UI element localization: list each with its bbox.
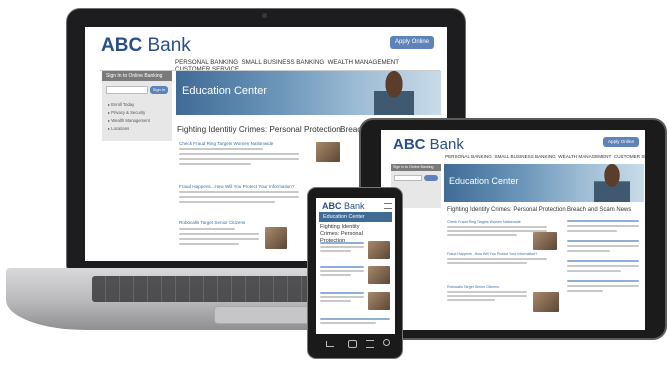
phone-search-icon[interactable] <box>383 339 390 346</box>
laptop-camera-icon <box>262 13 267 18</box>
phone-article-item-3[interactable] <box>320 292 364 302</box>
phone-screen: ABC Bank Education Center Fighting Ident… <box>316 198 395 334</box>
tablet-screen: ABC Bank Apply Online PERSONAL BANKING S… <box>381 130 645 330</box>
phone-home-icon[interactable] <box>348 340 357 348</box>
phone-thumbnail-3 <box>368 292 390 310</box>
tablet-article-link-3[interactable]: Robocalls Target Senior Citizens <box>447 285 547 289</box>
phone-article-item-4[interactable] <box>320 318 390 324</box>
tablet-apply-online-button[interactable]: Apply Online <box>603 137 639 147</box>
signin-button[interactable]: Sign In <box>150 86 168 94</box>
tablet-side-news-list <box>567 220 639 292</box>
nav-small-business[interactable]: SMALL BUSINESS BANKING <box>242 59 325 66</box>
privacy-link[interactable]: ▸ Privacy & Security <box>108 109 150 117</box>
signin-title: Sign In to Online Banking <box>102 71 172 81</box>
tablet-nav-small-business[interactable]: SMALL BUSINESS BANKING <box>494 154 555 159</box>
phone-brand-logo[interactable]: ABC Bank <box>322 201 365 211</box>
article-heading: Fighting Identitiy Crimes: Personal Prot… <box>177 125 341 134</box>
tablet-article-link-1[interactable]: Check Fraud Ring Targets Women Nationwid… <box>447 220 547 224</box>
tablet-nav-wealth-management[interactable]: WEALTH MANAGEMENT <box>558 154 611 159</box>
article-thumbnail-3 <box>265 227 287 249</box>
apply-online-button[interactable]: Apply Online <box>390 36 434 49</box>
tablet-article-excerpt-3 <box>447 291 527 301</box>
phone-back-icon[interactable] <box>326 341 334 347</box>
article-link-1[interactable]: Check Fraud Ring Targets Women Nationwid… <box>179 141 309 146</box>
article-thumbnail-1 <box>316 142 340 162</box>
phone-hero-banner: Education Center <box>319 212 392 222</box>
hero-title: Education Center <box>182 85 267 97</box>
enroll-link[interactable]: ▸ Enroll Today <box>108 101 150 109</box>
tablet-article-link-2[interactable]: Fraud Happens...How Will You Protect You… <box>447 252 547 256</box>
phone-hero-title: Education Center <box>323 214 365 220</box>
tablet-nav-personal-banking[interactable]: PERSONAL BANKING <box>445 154 492 159</box>
signin-username-input[interactable] <box>106 86 148 94</box>
tablet-article-thumbnail-3 <box>533 292 559 312</box>
article-excerpt-3 <box>179 228 259 245</box>
hero-banner: Education Center <box>176 71 441 115</box>
phone-article-item-2[interactable] <box>320 266 364 276</box>
nav-wealth-management[interactable]: WEALTH MANAGEMENT <box>328 59 399 66</box>
brand-logo[interactable]: ABC Bank <box>101 35 191 57</box>
article-excerpt-1 <box>179 148 299 165</box>
tablet-signin-input[interactable] <box>394 175 422 181</box>
laptop-trackpad <box>214 306 318 324</box>
tablet-signin-button[interactable] <box>424 175 438 181</box>
tablet-article-heading: Fighting Identity Crimes: Personal Prote… <box>447 207 566 213</box>
tablet-hero-person-image <box>594 164 630 202</box>
tablet-article-excerpt-1 <box>447 226 547 236</box>
article-link-2[interactable]: Fraud Happens...How Will You Protect You… <box>179 184 309 189</box>
phone-thumbnail-1 <box>368 241 390 259</box>
signin-panel: Sign In to Online Banking Sign In ▸ Enro… <box>102 71 172 141</box>
phone-thumbnail-2 <box>368 266 390 284</box>
tablet-signin-title: Sign In to Online Banking <box>391 164 441 171</box>
hero-person-image <box>374 71 414 115</box>
signin-links: ▸ Enroll Today ▸ Privacy & Security ▸ We… <box>108 101 150 133</box>
phone-menu-icon[interactable] <box>384 203 392 209</box>
tablet-hero-banner: Education Center <box>444 164 644 202</box>
tablet-article-excerpt-2 <box>447 258 547 264</box>
tablet-nav-customer-service[interactable]: CUSTOMER SERVICE <box>614 154 645 159</box>
phone-menu-button-icon[interactable] <box>366 340 374 348</box>
tablet-article-thumbnail-1 <box>533 232 557 250</box>
tablet-main-nav: PERSONAL BANKING SMALL BUSINESS BANKING … <box>445 154 645 159</box>
wealth-link[interactable]: ▸ Wealth Management <box>108 117 150 125</box>
locations-link[interactable]: ▸ Locations <box>108 125 150 133</box>
nav-personal-banking[interactable]: PERSONAL BANKING <box>175 59 238 66</box>
tablet-hero-title: Education Center <box>449 176 519 186</box>
article-excerpt-2 <box>179 191 299 203</box>
phone-article-item-1[interactable] <box>320 242 364 252</box>
tablet-side-heading: Breach and Scam News <box>567 207 632 213</box>
tablet-brand-logo[interactable]: ABC Bank <box>393 136 464 153</box>
article-link-3[interactable]: Robocalls Target Senior Citizens <box>179 220 309 225</box>
